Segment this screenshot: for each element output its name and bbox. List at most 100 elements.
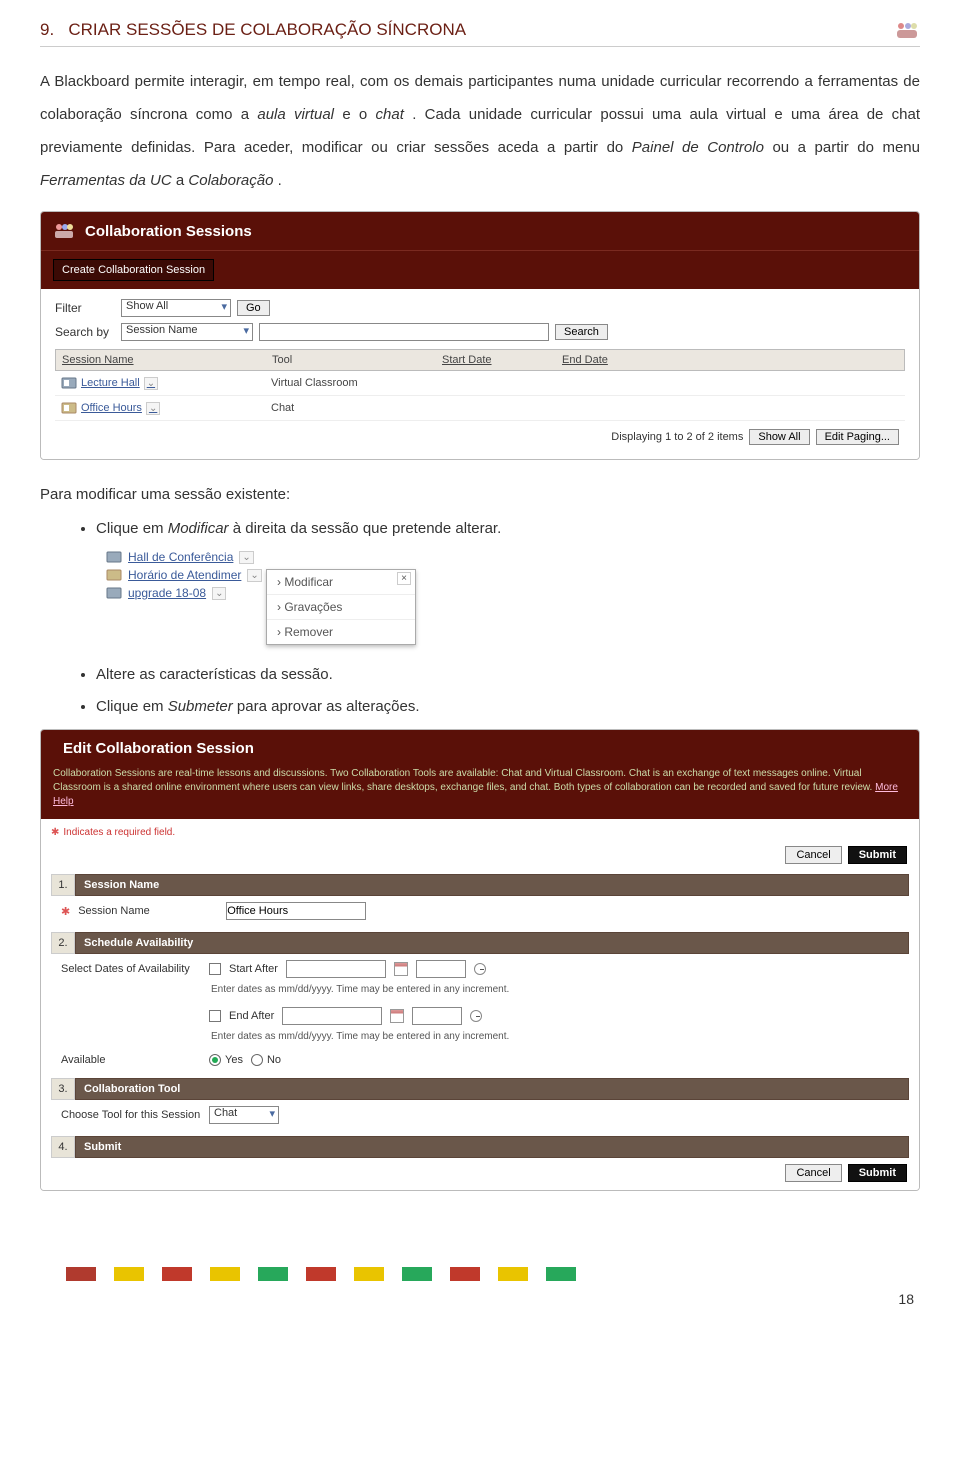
available-yes-radio[interactable]: Yes: [209, 1054, 243, 1066]
calendar-icon[interactable]: [394, 962, 408, 976]
start-after-checkbox[interactable]: [209, 963, 221, 975]
step-number: 1.: [51, 874, 75, 896]
go-button[interactable]: Go: [237, 300, 270, 316]
clock-icon[interactable]: [474, 963, 486, 975]
chevron-down-icon[interactable]: ⌄: [247, 569, 261, 582]
session-link[interactable]: Lecture Hall: [81, 377, 140, 389]
session-icon: [61, 375, 77, 391]
start-date-input[interactable]: [286, 960, 386, 978]
color-swatch: [258, 1267, 288, 1281]
col-start-date[interactable]: Start Date: [436, 350, 556, 370]
submit-button[interactable]: Submit: [848, 1164, 907, 1182]
ctx-session-link[interactable]: upgrade 18-08: [128, 586, 206, 600]
people-icon: [53, 222, 75, 240]
date-hint: Enter dates as mm/dd/yyyy. Time may be e…: [51, 1031, 909, 1048]
table-row: Office Hours ⌄ Chat: [55, 396, 905, 421]
color-swatch: [498, 1267, 528, 1281]
step-title: Submit: [75, 1136, 909, 1158]
end-after-checkbox[interactable]: [209, 1010, 221, 1022]
create-session-button[interactable]: Create Collaboration Session: [53, 259, 214, 281]
session-name-input[interactable]: [226, 902, 366, 920]
section-title-text: CRIAR SESSÕES DE COLABORAÇÃO SÍNCRONA: [68, 20, 466, 39]
session-link[interactable]: Office Hours: [81, 402, 142, 414]
modify-session-heading: Para modificar uma sessão existente:: [40, 486, 920, 503]
calendar-icon[interactable]: [390, 1009, 404, 1023]
color-swatch: [354, 1267, 384, 1281]
step-title: Session Name: [75, 874, 909, 896]
ctx-session-link[interactable]: Horário de Atendimer: [128, 568, 241, 582]
submit-button[interactable]: Submit: [848, 846, 907, 864]
col-tool: Tool: [266, 350, 436, 370]
cancel-button[interactable]: Cancel: [785, 846, 841, 864]
paging-text: Displaying 1 to 2 of 2 items: [611, 431, 743, 443]
session-icon: [106, 549, 122, 565]
tool-select[interactable]: Chat: [209, 1106, 279, 1124]
context-menu-illustration: Hall de Conferência ⌄ Horário de Atendime…: [106, 549, 920, 645]
ctx-menu-remover[interactable]: › Remover: [267, 619, 415, 644]
table-row: Lecture Hall ⌄ Virtual Classroom: [55, 371, 905, 396]
session-tool: Chat: [265, 398, 435, 418]
ctx-session-link[interactable]: Hall de Conferência: [128, 550, 233, 564]
filter-label: Filter: [55, 301, 115, 315]
chevron-down-icon[interactable]: ⌄: [239, 551, 253, 564]
collaboration-sessions-panel: Collaboration Sessions Create Collaborat…: [40, 211, 920, 460]
end-date-input[interactable]: [282, 1007, 382, 1025]
start-after-label: Start After: [229, 963, 278, 975]
session-tool: Virtual Classroom: [265, 373, 435, 393]
available-label: Available: [61, 1054, 201, 1066]
showall-button[interactable]: Show All: [749, 429, 809, 445]
section-number: 9.: [40, 20, 54, 39]
cancel-button[interactable]: Cancel: [785, 1164, 841, 1182]
color-swatch: [162, 1267, 192, 1281]
end-time-input[interactable]: [412, 1007, 462, 1025]
edit-collaboration-session-panel: Edit Collaboration Session Collaboration…: [40, 729, 920, 1191]
chevron-down-icon[interactable]: ⌄: [144, 377, 158, 390]
session-icon: [61, 400, 77, 416]
session-name-label: Session Name: [78, 905, 218, 917]
required-indicator: ✱Indicates a required field.: [51, 827, 909, 838]
chevron-down-icon[interactable]: ⌄: [146, 402, 160, 415]
session-icon: [106, 585, 122, 601]
clock-icon[interactable]: [470, 1010, 482, 1022]
list-item: Clique em Modificar à direita da sessão …: [96, 517, 920, 541]
step-title: Schedule Availability: [75, 932, 909, 954]
footer-colorbar: [40, 1217, 920, 1287]
chevron-down-icon[interactable]: ⌄: [212, 587, 226, 600]
close-icon[interactable]: ×: [397, 572, 411, 585]
color-swatch: [450, 1267, 480, 1281]
color-swatch: [114, 1267, 144, 1281]
context-menu: × › Modificar › Gravações › Remover: [266, 569, 416, 645]
edit-panel-title: Edit Collaboration Session: [63, 740, 254, 757]
color-swatch: [402, 1267, 432, 1281]
list-item: Clique em Submeter para aprovar as alter…: [96, 695, 920, 719]
ctx-menu-modificar[interactable]: › Modificar: [267, 570, 415, 594]
start-time-input[interactable]: [416, 960, 466, 978]
filter-select[interactable]: Show All: [121, 299, 231, 317]
end-after-label: End After: [229, 1010, 274, 1022]
step-number: 4.: [51, 1136, 75, 1158]
search-button[interactable]: Search: [555, 324, 608, 340]
color-swatch: [306, 1267, 336, 1281]
edit-panel-description: Collaboration Sessions are real-time les…: [41, 767, 919, 819]
step-number: 3.: [51, 1078, 75, 1100]
col-session-name[interactable]: Session Name: [56, 350, 266, 370]
color-swatch: [210, 1267, 240, 1281]
choose-tool-label: Choose Tool for this Session: [61, 1109, 201, 1121]
available-no-radio[interactable]: No: [251, 1054, 281, 1066]
color-swatch: [546, 1267, 576, 1281]
color-swatch: [66, 1267, 96, 1281]
step-number: 2.: [51, 932, 75, 954]
ctx-menu-gravacoes[interactable]: › Gravações: [267, 594, 415, 619]
step-title: Collaboration Tool: [75, 1078, 909, 1100]
intro-paragraph: A Blackboard permite interagir, em tempo…: [40, 65, 920, 197]
col-end-date[interactable]: End Date: [556, 350, 904, 370]
edit-paging-button[interactable]: Edit Paging...: [816, 429, 899, 445]
session-icon: [106, 567, 122, 583]
availability-label: Select Dates of Availability: [61, 963, 201, 975]
searchby-select[interactable]: Session Name: [121, 323, 253, 341]
list-item: Altere as características da sessão.: [96, 663, 920, 687]
people-icon: [894, 20, 920, 40]
section-heading: 9. CRIAR SESSÕES DE COLABORAÇÃO SÍNCRONA: [40, 20, 466, 40]
date-hint: Enter dates as mm/dd/yyyy. Time may be e…: [51, 984, 909, 1001]
search-input[interactable]: [259, 323, 549, 341]
